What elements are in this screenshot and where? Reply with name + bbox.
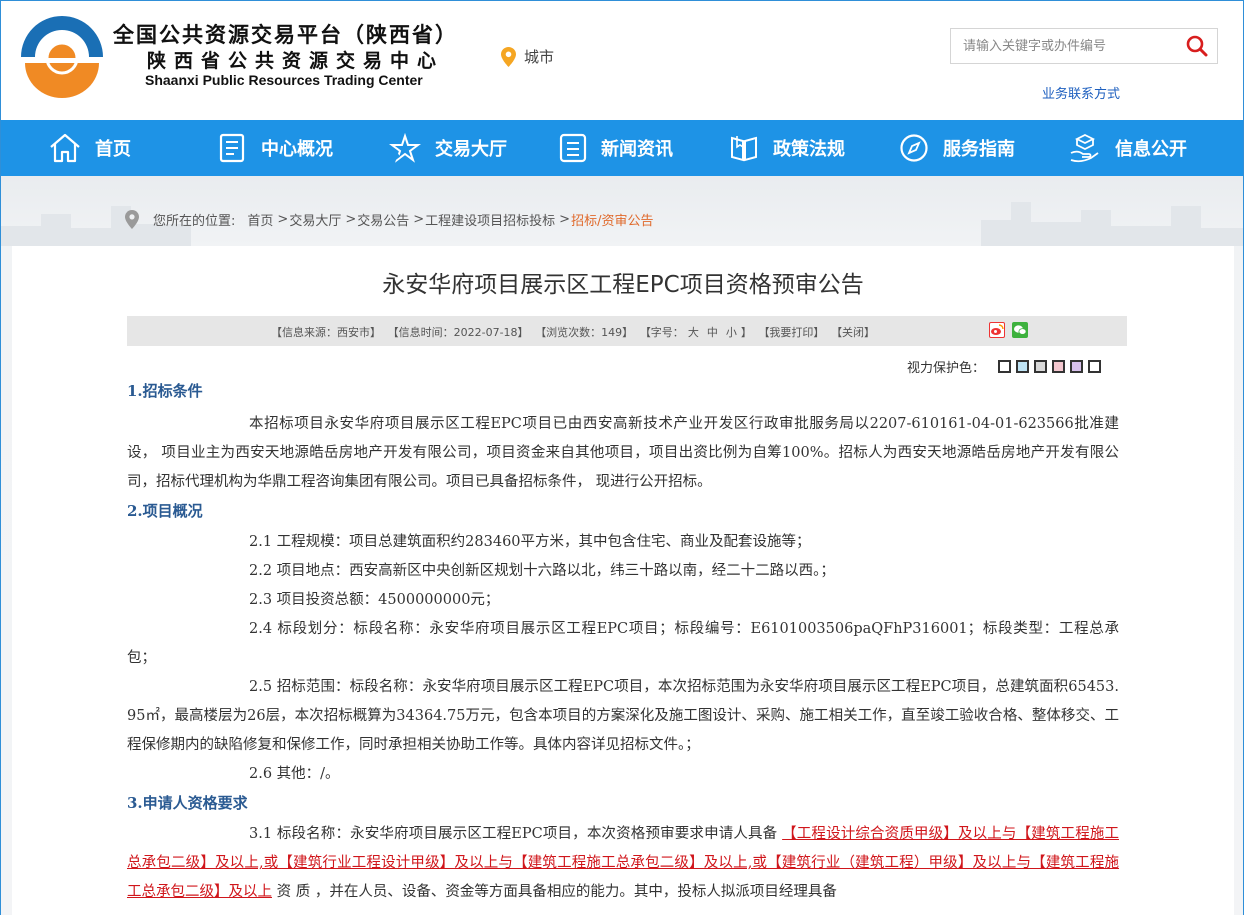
breadcrumb-separator: > bbox=[559, 212, 571, 227]
font-size-end: 】 bbox=[740, 326, 752, 339]
site-logo[interactable] bbox=[17, 11, 107, 99]
font-size-large[interactable]: 大 bbox=[688, 326, 699, 339]
nav-label: 服务指南 bbox=[943, 139, 1015, 160]
nav-item-about[interactable]: 中心概况 bbox=[219, 120, 389, 176]
nav-label: 政策法规 bbox=[773, 139, 845, 160]
contact-link[interactable]: 业务联系方式 bbox=[1042, 83, 1120, 102]
font-size-small[interactable]: 小 bbox=[726, 326, 737, 339]
section-item: 2.6 其他：/。 bbox=[249, 766, 340, 782]
section-item: 2.3 项目投资总额：4500000000元； bbox=[249, 592, 500, 608]
nav-label: 首页 bbox=[95, 139, 131, 160]
news-icon bbox=[559, 133, 587, 163]
print-button[interactable]: 【我要打印】 bbox=[758, 326, 824, 339]
nav-item-home[interactable]: 首页 bbox=[49, 120, 219, 176]
section-item: 2.4 标段划分：标段名称：永安华府项目展示区工程EPC项目；标段编号：E610… bbox=[127, 621, 1119, 666]
search-button[interactable] bbox=[1177, 29, 1217, 63]
book-icon bbox=[731, 136, 757, 162]
nav-item-service-guide[interactable]: 服务指南 bbox=[899, 120, 1069, 176]
location-pin-icon bbox=[125, 210, 139, 229]
breadcrumb-engineering[interactable]: 工程建设项目招标投标 bbox=[425, 210, 555, 229]
qualification-outro: 资 质 ，并在人员、设备、资金等方面具备相应的能力。其中，投标人拟派项目经理具备 bbox=[272, 884, 837, 900]
article-title: 永安华府项目展示区工程EPC项目资格预审公告 bbox=[382, 272, 864, 298]
font-size-medium[interactable]: 中 bbox=[707, 326, 718, 339]
compass-icon bbox=[900, 134, 928, 162]
section-item: 2.1 工程规模：项目总建筑面积约283460平方米，其中包含住宅、商业及配套设… bbox=[249, 534, 811, 550]
close-button[interactable]: 【关闭】 bbox=[831, 326, 875, 339]
city-label: 城市 bbox=[524, 48, 555, 66]
nav-label: 交易大厅 bbox=[435, 139, 507, 160]
section-item: 2.2 项目地点：西安高新区中央创新区规划十六路以北，纬三十路以南，经二十二路以… bbox=[249, 563, 835, 579]
section-paragraph: 本招标项目永安华府项目展示区工程EPC项目已由西安高新技术产业开发区行政审批服务… bbox=[127, 416, 1119, 490]
breadcrumb-announcements[interactable]: 交易公告 bbox=[357, 210, 409, 229]
main-nav: 首页 中心概况 交易大厅 新闻资讯 政策法规 服务指南 信息公开 bbox=[1, 120, 1243, 176]
section-heading: 3.申请人资格要求 bbox=[127, 794, 248, 812]
search-box bbox=[950, 28, 1218, 64]
swatch-blue[interactable] bbox=[1016, 360, 1030, 373]
section-heading: 2.项目概况 bbox=[127, 502, 203, 520]
breadcrumb-current[interactable]: 招标/资审公告 bbox=[571, 210, 653, 229]
logo-subtitle-cn: 陕西省公共资源交易中心 bbox=[147, 50, 445, 72]
section-heading: 1.招标条件 bbox=[127, 382, 203, 400]
breadcrumb-separator: > bbox=[413, 212, 425, 227]
font-size-label: 【字号： bbox=[639, 326, 684, 339]
eyecare-label: 视力保护色： bbox=[907, 361, 986, 376]
nav-item-trading-hall[interactable]: 交易大厅 bbox=[389, 120, 559, 176]
site-header: 全国公共资源交易平台（陕西省） 陕西省公共资源交易中心 Shaanxi Publ… bbox=[1, 1, 1243, 120]
swatch-white[interactable] bbox=[998, 360, 1012, 373]
breadcrumb-trading-hall[interactable]: 交易大厅 bbox=[289, 210, 341, 229]
nav-item-news[interactable]: 新闻资讯 bbox=[559, 120, 729, 176]
swatch-gray[interactable] bbox=[1034, 360, 1048, 373]
logo-title-cn: 全国公共资源交易平台（陕西省） bbox=[113, 22, 458, 47]
nav-label: 信息公开 bbox=[1115, 139, 1187, 160]
breadcrumb-separator: > bbox=[277, 212, 289, 227]
nav-label: 新闻资讯 bbox=[601, 139, 673, 160]
breadcrumb-home[interactable]: 首页 bbox=[247, 210, 273, 229]
weibo-share-icon[interactable] bbox=[989, 322, 1005, 338]
search-icon bbox=[1186, 35, 1208, 57]
nav-item-policy[interactable]: 政策法规 bbox=[729, 120, 899, 176]
info-time: 【信息时间：2022-07-18】 bbox=[387, 326, 529, 339]
article-body: 1.招标条件 本招标项目永安华府项目展示区工程EPC项目已由西安高新技术产业开发… bbox=[127, 377, 1119, 907]
star-icon bbox=[389, 133, 421, 163]
logo-subtitle-en: Shaanxi Public Resources Trading Center bbox=[145, 72, 423, 88]
document-icon bbox=[219, 133, 245, 163]
qualification-intro: 3.1 标段名称：永安华府项目展示区工程EPC项目，本次资格预审要求申请人具备 bbox=[249, 826, 783, 842]
breadcrumb-separator: > bbox=[345, 212, 357, 227]
search-input[interactable] bbox=[951, 29, 1177, 63]
wechat-share-icon[interactable] bbox=[1012, 322, 1028, 338]
hand-icon bbox=[1070, 133, 1099, 163]
breadcrumb: 您所在的位置: 首页 > 交易大厅 > 交易公告 > 工程建设项目招标投标 > … bbox=[125, 210, 653, 229]
nav-label: 中心概况 bbox=[261, 139, 333, 160]
article-info-bar: 【信息来源：西安市】 【信息时间：2022-07-18】 【浏览次数：149】 … bbox=[127, 316, 1127, 346]
info-source: 【信息来源：西安市】 bbox=[271, 326, 381, 339]
location-pin-icon bbox=[501, 46, 516, 67]
home-icon bbox=[50, 133, 80, 163]
swatch-purple[interactable] bbox=[1070, 360, 1084, 373]
info-views: 【浏览次数：149】 bbox=[535, 326, 634, 339]
eye-protection-colors: 视力保护色： bbox=[907, 357, 1102, 376]
article-meta: 【信息来源：西安市】 【信息时间：2022-07-18】 【浏览次数：149】 … bbox=[271, 324, 875, 340]
logo-text: 全国公共资源交易平台（陕西省） 陕西省公共资源交易中心 Shaanxi Publ… bbox=[113, 19, 458, 88]
nav-item-info-disclosure[interactable]: 信息公开 bbox=[1069, 120, 1239, 176]
section-item: 2.5 招标范围：标段名称：永安华府项目展示区工程EPC项目，本次招标范围为永安… bbox=[127, 679, 1119, 753]
page-frame: 全国公共资源交易平台（陕西省） 陕西省公共资源交易中心 Shaanxi Publ… bbox=[0, 0, 1244, 915]
breadcrumb-prefix: 您所在的位置: bbox=[153, 214, 236, 229]
city-selector[interactable]: 城市 bbox=[501, 46, 554, 67]
section-paragraph: 3.1 标段名称：永安华府项目展示区工程EPC项目，本次资格预审要求申请人具备 … bbox=[127, 820, 1119, 907]
swatch-pink[interactable] bbox=[1052, 360, 1066, 373]
swatch-white-2[interactable] bbox=[1088, 360, 1102, 373]
